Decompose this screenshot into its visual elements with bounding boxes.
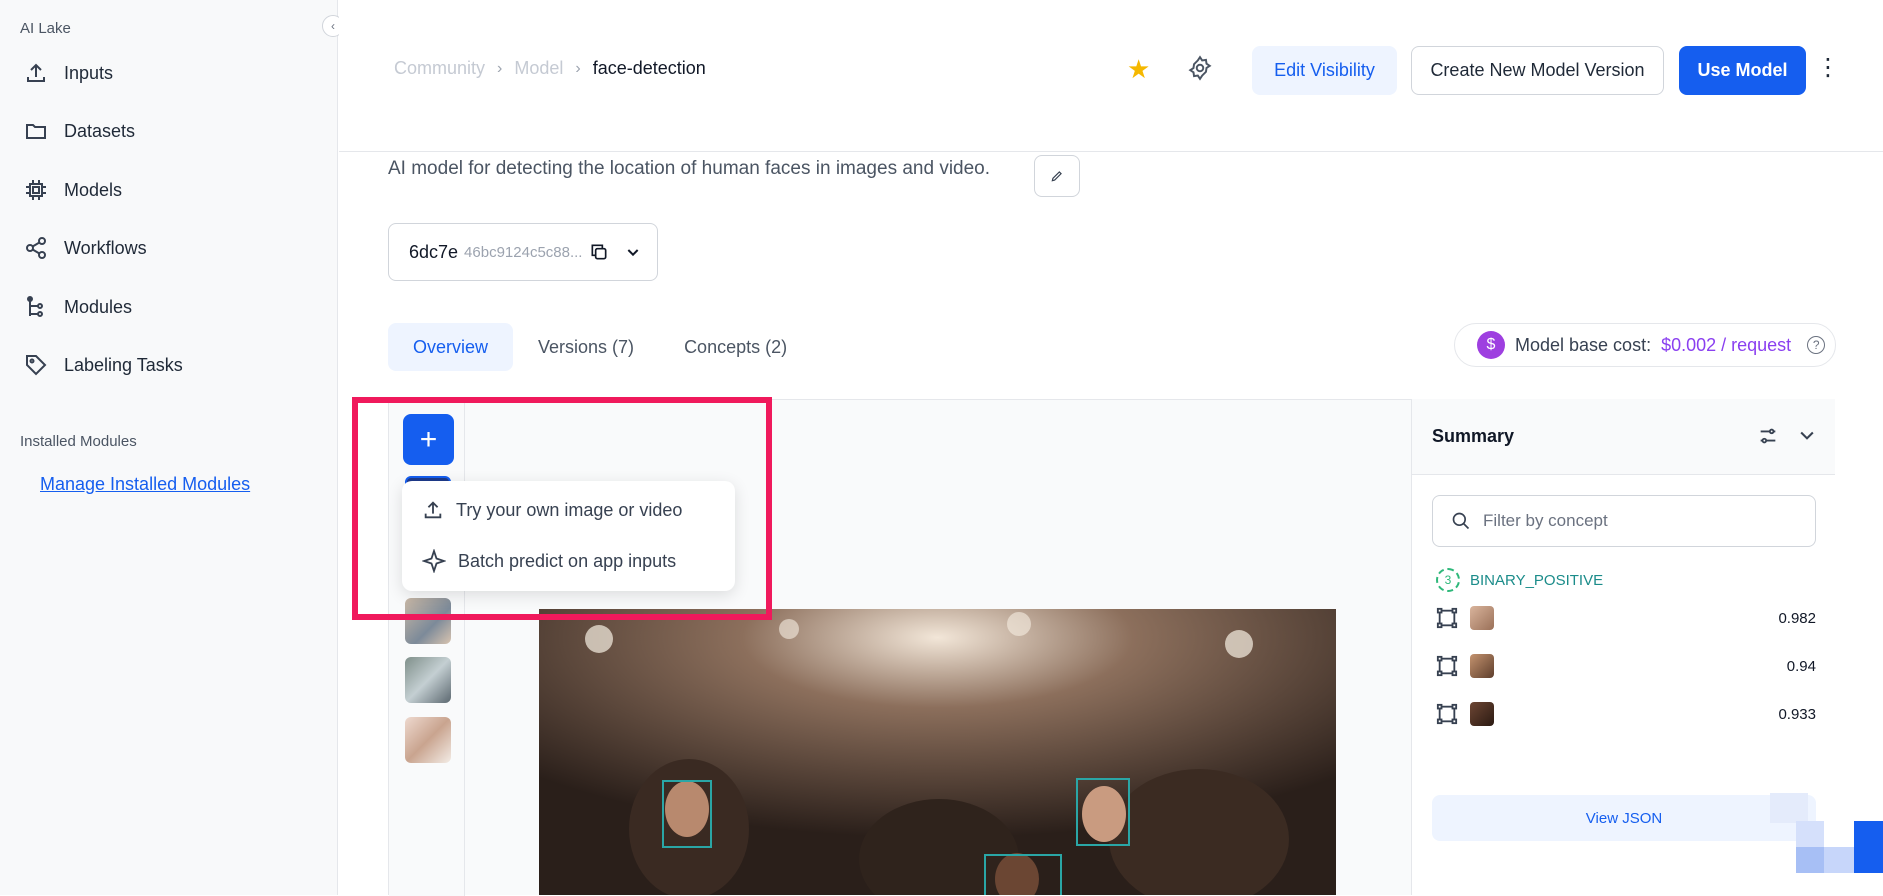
- chat-widget-icon[interactable]: [1770, 793, 1883, 895]
- star-icon[interactable]: ★: [1127, 56, 1150, 82]
- manage-installed-modules-link[interactable]: Manage Installed Modules: [40, 474, 250, 495]
- version-id: 6dc7e: [409, 241, 459, 262]
- cost-value: $0.002 / request: [1661, 334, 1792, 355]
- sidebar-item-inputs[interactable]: Inputs: [24, 53, 113, 93]
- tab-concepts[interactable]: Concepts (2): [659, 323, 812, 371]
- tab-versions[interactable]: Versions (7): [513, 323, 659, 371]
- share-nodes-icon: [26, 237, 46, 259]
- sidebar-item-workflows[interactable]: Workflows: [24, 228, 147, 268]
- summary-title: Summary: [1432, 426, 1515, 446]
- version-hash: 46bc9124c5c88...: [464, 243, 583, 261]
- breadcrumb-model[interactable]: Model: [514, 58, 563, 79]
- thumbnail[interactable]: [405, 717, 451, 763]
- more-vertical-icon[interactable]: ⋮: [1816, 56, 1840, 80]
- installed-modules-title: Installed Modules: [20, 433, 137, 450]
- sidebar-section-title: AI Lake: [20, 20, 71, 37]
- sidebar-item-label: Models: [64, 179, 123, 200]
- edit-visibility-button[interactable]: Edit Visibility: [1252, 46, 1397, 95]
- thumbnail[interactable]: [405, 657, 451, 703]
- chip-icon: [26, 180, 46, 200]
- sidebar-item-modules[interactable]: Modules: [24, 287, 132, 327]
- sidebar-item-models[interactable]: Models: [24, 170, 122, 210]
- use-model-button[interactable]: Use Model: [1679, 46, 1806, 95]
- breadcrumb-community[interactable]: Community: [394, 58, 485, 79]
- sidebar-item-label: Labeling Tasks: [64, 354, 183, 375]
- sidebar-item-label: Modules: [64, 296, 133, 317]
- prediction-row[interactable]: 0.982: [1436, 604, 1816, 632]
- breadcrumb: Community › Model › face-detection: [394, 58, 706, 79]
- concept-group[interactable]: 3 BINARY_POSITIVE: [1436, 568, 1603, 592]
- sidebar-item-labeling-tasks[interactable]: Labeling Tasks: [24, 345, 183, 385]
- folder-icon: [26, 124, 46, 139]
- view-json-button[interactable]: View JSON: [1432, 795, 1816, 841]
- concept-count-badge: 3: [1436, 568, 1460, 592]
- prediction-score: 0.933: [1778, 705, 1816, 723]
- highlight-annotation: [352, 397, 772, 620]
- prediction-image: [539, 609, 1336, 895]
- top-bar: Community › Model › face-detection ★ Edi…: [339, 0, 1883, 152]
- search-icon: [1452, 512, 1470, 530]
- prediction-score: 0.982: [1778, 609, 1816, 627]
- chevron-down-icon[interactable]: [1797, 425, 1817, 445]
- bounding-box-icon: [1436, 703, 1458, 725]
- prediction-row[interactable]: 0.933: [1436, 700, 1816, 728]
- crowd-image: [539, 609, 1336, 895]
- filter-by-concept-input[interactable]: Filter by concept: [1432, 495, 1816, 547]
- tabs: Overview Versions (7) Concepts (2): [388, 323, 812, 371]
- prediction-row[interactable]: 0.94: [1436, 652, 1816, 680]
- face-thumbnail: [1470, 702, 1494, 726]
- edit-description-button[interactable]: [1034, 155, 1080, 197]
- version-select[interactable]: 6dc7e 46bc9124c5c88...: [388, 223, 658, 281]
- copy-icon[interactable]: [589, 242, 609, 262]
- filter-placeholder: Filter by concept: [1483, 511, 1608, 530]
- tab-overview[interactable]: Overview: [388, 323, 514, 371]
- sidebar-item-label: Workflows: [64, 237, 147, 258]
- chevron-down-icon[interactable]: [625, 244, 641, 260]
- bounding-box-icon: [1436, 607, 1458, 629]
- prediction-score: 0.94: [1786, 657, 1816, 675]
- create-new-model-version-button[interactable]: Create New Model Version: [1411, 46, 1664, 95]
- gear-icon[interactable]: [1187, 55, 1213, 81]
- chevron-right-icon: ›: [497, 59, 503, 77]
- concept-name: BINARY_POSITIVE: [1470, 571, 1604, 589]
- sidebar: AI Lake ‹ Inputs Datasets Models Workflo…: [0, 0, 344, 895]
- sidebar-item-datasets[interactable]: Datasets: [24, 111, 135, 151]
- tag-icon: [26, 355, 47, 376]
- help-icon[interactable]: ?: [1807, 336, 1826, 354]
- breadcrumb-current: face-detection: [592, 58, 706, 78]
- cost-label: Model base cost:: [1515, 334, 1652, 355]
- model-description: AI model for detecting the location of h…: [388, 158, 991, 179]
- sliders-icon[interactable]: [1757, 425, 1779, 447]
- tree-icon: [27, 296, 43, 317]
- chevron-right-icon: ›: [575, 59, 581, 77]
- face-thumbnail: [1470, 606, 1494, 630]
- sidebar-item-label: Datasets: [64, 120, 136, 141]
- sidebar-item-label: Inputs: [64, 62, 114, 83]
- dollar-icon: $: [1477, 331, 1505, 359]
- model-cost-pill: $ Model base cost: $0.002 / request ?: [1454, 323, 1836, 367]
- face-thumbnail: [1470, 654, 1494, 678]
- bounding-box-icon: [1436, 655, 1458, 677]
- upload-icon: [27, 63, 45, 82]
- pencil-icon: [1051, 171, 1062, 182]
